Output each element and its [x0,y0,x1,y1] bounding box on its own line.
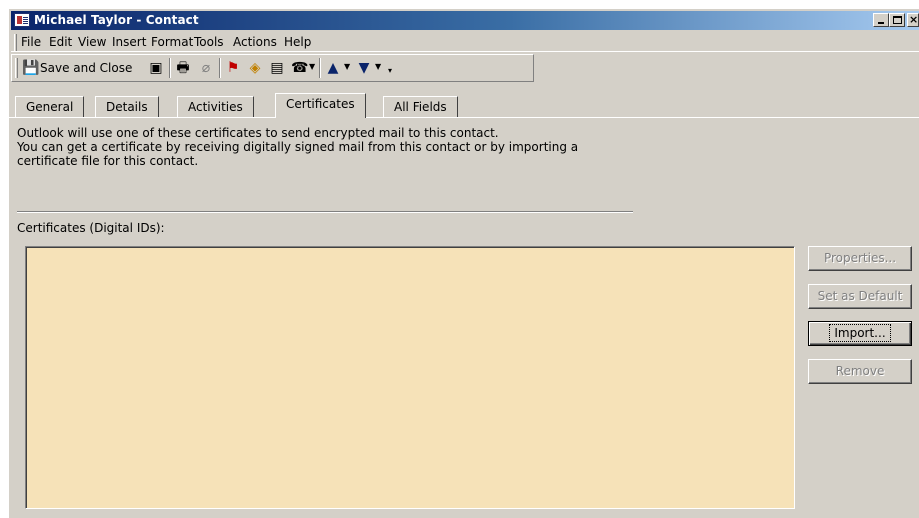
save-and-close-button[interactable]: Save and Close [40,59,132,77]
print-icon[interactable]: 🖶 [175,60,191,76]
properties-button[interactable]: Properties... [808,246,912,271]
menu-view[interactable]: View [78,35,106,49]
close-button[interactable]: × [907,13,919,27]
maximize-icon [893,16,902,24]
menu-format[interactable]: Format [151,35,193,49]
remove-button[interactable]: Remove [808,359,912,384]
toolbar-options-icon[interactable]: ▾ [388,66,392,75]
close-icon: × [909,13,919,26]
import-button[interactable]: Import... [808,321,912,346]
next-dropdown-arrow-icon[interactable]: ▼ [375,62,381,71]
window-title: Michael Taylor - Contact [34,13,199,27]
menu-insert[interactable]: Insert [112,35,146,49]
new-letter-icon[interactable]: ▤ [269,60,285,76]
tab-details[interactable]: Details [95,96,159,118]
display-map-icon[interactable]: ◈ [247,60,263,76]
minimize-icon [878,22,884,24]
menu-file[interactable]: File [21,35,41,49]
title-bar[interactable]: Michael Taylor - Contact × [11,11,919,30]
toolbar-grip[interactable] [15,58,18,78]
window-controls: × [873,13,919,27]
toolbar-separator [219,58,221,78]
info-line-2: You can get a certificate by receiving d… [17,140,579,154]
follow-up-flag-icon[interactable]: ⚑ [225,60,241,76]
certificates-description: Outlook will use one of these certificat… [17,126,657,168]
maximize-button[interactable] [889,13,905,27]
toolbar-separator [169,58,171,78]
dial-dropdown-arrow-icon[interactable]: ▼ [309,62,315,71]
paperclip-icon[interactable]: ⌀ [198,60,214,76]
set-as-default-button[interactable]: Set as Default [808,284,912,309]
toolbar-separator [319,58,321,78]
certificates-page: Outlook will use one of these certificat… [11,119,919,518]
contact-card-icon[interactable] [14,13,30,27]
tab-all-fields[interactable]: All Fields [383,96,458,118]
menu-tools[interactable]: Tools [194,35,224,49]
menu-grip[interactable] [14,34,17,51]
standard-toolbar: 💾 Save and Close ▣ 🖶 ⌀ ⚑ ◈ ▤ ☎ ▼ ▲ ▼ ▼ ▼… [11,54,534,82]
dial-phone-icon[interactable]: ☎ [291,60,308,76]
menu-bar: File Edit View Insert Format Tools Actio… [11,32,919,52]
certificates-list-label: Certificates (Digital IDs): [17,221,165,235]
minimize-button[interactable] [873,13,889,27]
info-line-1: Outlook will use one of these certificat… [17,126,499,140]
menu-edit[interactable]: Edit [49,35,72,49]
next-item-icon[interactable]: ▼ [356,60,372,76]
tab-activities[interactable]: Activities [177,96,254,118]
menu-help[interactable]: Help [284,35,311,49]
save-as-icon[interactable]: ▣ [148,60,164,76]
contact-window: Michael Taylor - Contact × File Edit Vie… [8,8,919,518]
menu-actions[interactable]: Actions [233,35,277,49]
tab-page-border [9,117,919,118]
previous-dropdown-arrow-icon[interactable]: ▼ [344,62,350,71]
import-button-label: Import... [829,324,891,342]
tab-certificates[interactable]: Certificates [275,93,366,118]
section-divider [17,211,633,213]
save-disk-icon: 💾 [22,60,40,76]
certificates-list[interactable] [25,246,795,509]
info-line-3: certificate file for this contact. [17,154,199,168]
tab-general[interactable]: General [15,96,85,118]
tab-strip: General Details Activities Certificates … [11,93,919,118]
previous-item-icon[interactable]: ▲ [325,60,341,76]
